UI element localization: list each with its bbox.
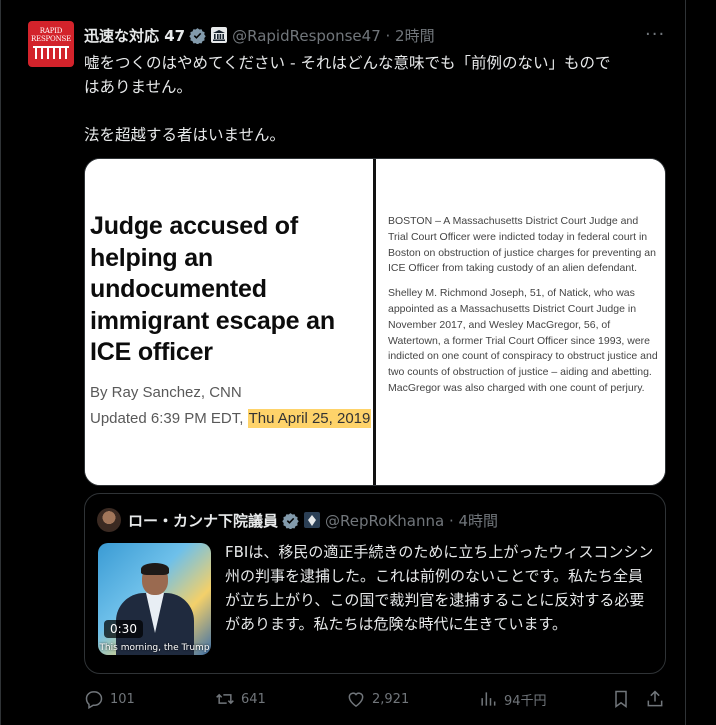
tweet-text-line: はありません。 [84, 78, 193, 96]
tweet-text-line: 法を超越する者はいません。 [84, 126, 286, 144]
quote-display-name[interactable]: ロー・カンナ下院議員 [128, 510, 278, 531]
article-updated: Updated 6:39 PM EDT, Thu April 25, 2019 [90, 408, 372, 428]
article-body-panel: BOSTON – A Massachusetts District Court … [376, 159, 665, 485]
tweet-text-line: 嘘をつくのはやめてください - それはどんな意味でも「前例のない」もので [84, 54, 611, 72]
government-icon[interactable] [304, 512, 321, 528]
avatar-logo-text: RESPONSE [30, 35, 72, 43]
article-headline: Judge accused of helping an undocumented… [90, 212, 335, 366]
views-button[interactable]: 94千円 [478, 686, 547, 712]
repost-icon [216, 693, 234, 705]
bookmark-button[interactable] [611, 686, 631, 712]
bookmark-icon [615, 690, 627, 708]
speaker-figure [116, 563, 194, 655]
article-byline: By Ray Sanchez, CNN [90, 383, 242, 401]
avatar-logo-text: RAPID [39, 27, 63, 35]
quote-avatar[interactable] [97, 508, 121, 532]
tweet-header: 迅速な対応 47 @RapidResponse47 · 2時間 [84, 23, 435, 47]
reply-count: 101 [110, 691, 135, 707]
video-duration: 0:30 [104, 620, 143, 638]
article-paragraph: BOSTON – A Massachusetts District Court … [388, 215, 656, 275]
like-count: 2,921 [372, 691, 410, 707]
tweet-actions: 101 641 2,921 94千円 [84, 686, 666, 712]
reply-button[interactable]: 101 [84, 686, 135, 712]
quote-text: FBIは、移民の適正手続きのために立ち上がったウィスコンシン州の判事を逮捕した。… [225, 543, 654, 633]
reply-icon [85, 691, 103, 709]
column-border-left [0, 0, 1, 725]
like-icon [348, 692, 364, 707]
government-building-icon[interactable] [211, 27, 228, 43]
building-logo-icon [33, 46, 69, 60]
quote-handle-and-time[interactable]: @RepRoKhanna · 4時間 [325, 510, 498, 531]
column-border-right [685, 0, 686, 725]
handle-and-time[interactable]: @RapidResponse47 · 2時間 [232, 25, 434, 46]
repost-count: 641 [241, 691, 266, 707]
display-name[interactable]: 迅速な対応 47 [84, 25, 185, 46]
repost-button[interactable]: 641 [215, 686, 266, 712]
tweet-text: 嘘をつくのはやめてください - それはどんな意味でも「前例のない」もので はあり… [84, 51, 670, 147]
avatar[interactable]: RAPID RESPONSE [28, 21, 74, 67]
share-icon [647, 690, 663, 707]
verified-badge-icon[interactable] [189, 27, 206, 44]
share-button[interactable] [645, 686, 665, 712]
quoted-tweet[interactable]: ロー・カンナ下院議員 @RepRoKhanna · 4時間 This morni… [84, 493, 666, 674]
article-headline-panel: Judge accused of helping an undocumented… [85, 159, 373, 485]
more-options-icon[interactable]: ··· [645, 24, 665, 45]
article-paragraph: Shelley M. Richmond Joseph, 51, of Natic… [388, 287, 658, 394]
views-icon [481, 692, 496, 706]
highlighted-date: Thu April 25, 2019 [247, 408, 372, 428]
like-button[interactable]: 2,921 [346, 686, 409, 712]
tweet-media-image[interactable]: Judge accused of helping an undocumented… [84, 158, 666, 486]
verified-badge-icon[interactable] [282, 512, 299, 529]
quote-header: ロー・カンナ下院議員 @RepRoKhanna · 4時間 [128, 508, 498, 532]
video-thumbnail[interactable]: This morning, the Trump 0:30 [98, 543, 211, 655]
view-count: 94千円 [504, 693, 547, 709]
video-caption: This morning, the Trump [99, 643, 210, 653]
